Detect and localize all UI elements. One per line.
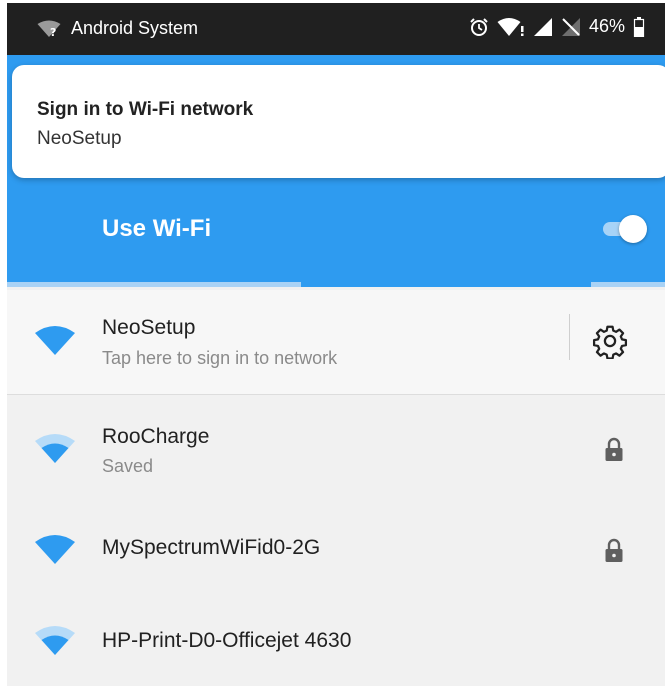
svg-text:?: ? bbox=[50, 26, 56, 38]
gear-icon[interactable] bbox=[592, 323, 628, 359]
tab-indicator-active bbox=[301, 282, 591, 287]
network-name: MySpectrumWiFid0-2G bbox=[102, 536, 321, 559]
wifi-full-icon bbox=[35, 326, 75, 355]
network-status: Tap here to sign in to network bbox=[102, 348, 338, 368]
network-name: HP-Print-D0-Officejet 4630 bbox=[102, 629, 352, 652]
status-bar-right: 46% bbox=[469, 16, 645, 37]
lock-icon bbox=[605, 437, 623, 461]
screen: ? Android System 46% Use Wi-Fi Sign in t… bbox=[7, 3, 665, 686]
status-bar: ? Android System 46% bbox=[7, 3, 665, 55]
wifi-full-icon bbox=[35, 535, 75, 564]
wifi-medium-icon bbox=[35, 626, 75, 655]
wifi-question-icon: ? bbox=[37, 20, 61, 38]
network-row-myspectrum[interactable]: MySpectrumWiFid0-2G bbox=[7, 500, 665, 595]
network-row-roocharge[interactable]: RooCharge Saved bbox=[7, 395, 665, 500]
wifi-toggle-switch[interactable] bbox=[601, 213, 651, 245]
network-row-neosetup[interactable]: NeoSetup Tap here to sign in to network bbox=[7, 290, 665, 395]
wifi-signal-icon bbox=[497, 17, 524, 36]
no-sim-icon bbox=[561, 17, 580, 36]
sign-in-notification[interactable]: Sign in to Wi-Fi network NeoSetup bbox=[12, 65, 665, 178]
tab-indicator bbox=[7, 282, 665, 287]
row-divider bbox=[569, 314, 570, 360]
notification-app-name: Android System bbox=[71, 18, 199, 38]
notification-body: NeoSetup bbox=[37, 128, 122, 149]
alarm-icon bbox=[470, 17, 488, 36]
lock-icon bbox=[605, 538, 623, 562]
battery-icon bbox=[633, 16, 645, 37]
network-row-hp-print[interactable]: HP-Print-D0-Officejet 4630 bbox=[7, 595, 665, 686]
cell-signal-icon bbox=[533, 17, 552, 36]
use-wifi-label: Use Wi-Fi bbox=[102, 215, 212, 242]
network-status: Saved bbox=[102, 456, 154, 476]
status-bar-left: ? Android System bbox=[37, 18, 198, 39]
wifi-medium-icon bbox=[35, 434, 75, 463]
toggle-knob bbox=[619, 215, 647, 243]
network-name: NeoSetup bbox=[102, 316, 196, 339]
battery-percent: 46% bbox=[588, 16, 625, 36]
network-name: RooCharge bbox=[102, 425, 210, 448]
notification-title: Sign in to Wi-Fi network bbox=[37, 99, 254, 120]
